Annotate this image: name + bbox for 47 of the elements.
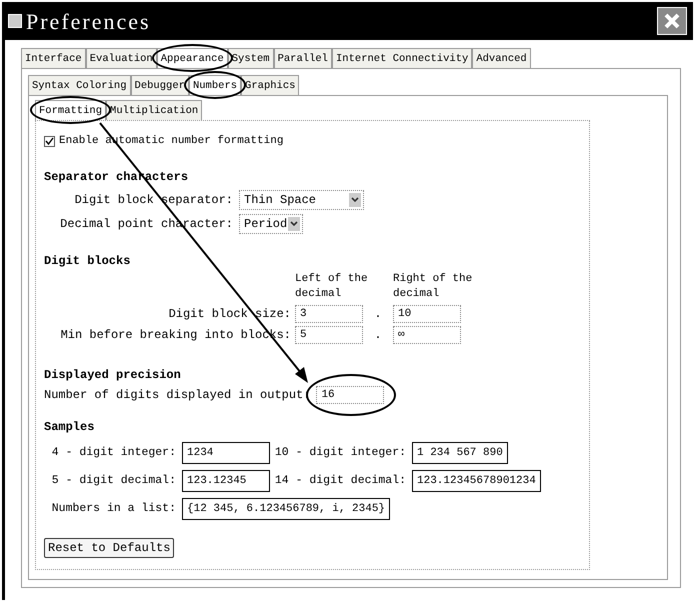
field-label: Digit block size:: [168, 306, 292, 322]
field-label: Digit block separator:: [74, 192, 234, 208]
sample-value: 1234: [182, 442, 270, 464]
sample-value: 1 234 567 890: [412, 442, 508, 464]
decimal-point: .: [373, 306, 383, 322]
tab[interactable]: Parallel: [274, 48, 332, 68]
reset-button[interactable]: Reset to Defaults: [44, 538, 174, 558]
tab[interactable]: Debugger: [130, 75, 189, 95]
number-field[interactable]: ∞: [393, 326, 461, 344]
sample-value: {12 345, 6.123456789, i, 2345}: [182, 498, 390, 520]
sample-label: 4 - digit integer:: [50, 444, 177, 461]
tab[interactable]: Internet Connectivity: [332, 48, 472, 68]
sample-label: 10 - digit integer:: [274, 444, 407, 461]
tab[interactable]: Syntax Coloring: [28, 75, 131, 95]
tab[interactable]: System: [228, 48, 274, 68]
tab[interactable]: Advanced: [472, 48, 531, 68]
sample-label: 14 - digit decimal:: [274, 472, 407, 489]
app-icon: [8, 14, 22, 28]
tab[interactable]: Formatting: [35, 100, 106, 120]
section-heading: Displayed precision: [44, 366, 182, 384]
column-header: Left of the decimal: [295, 272, 369, 302]
tab[interactable]: Evaluation: [86, 48, 157, 68]
column-header: Right of the decimal: [393, 272, 473, 302]
tab[interactable]: Graphics: [241, 75, 300, 95]
sample-label: Numbers in a list:: [50, 500, 177, 517]
checkbox[interactable]: [44, 136, 55, 147]
tab[interactable]: Numbers: [188, 75, 242, 95]
dropdown[interactable]: Thin Space: [239, 190, 364, 210]
number-field[interactable]: 3: [295, 304, 363, 322]
section-heading: Samples: [44, 418, 96, 436]
number-field[interactable]: 5: [295, 326, 363, 344]
sample-label: 5 - digit decimal:: [50, 472, 177, 489]
close-button[interactable]: [657, 7, 687, 35]
sample-value: 123.12345: [182, 470, 270, 492]
section-heading: Digit blocks: [44, 252, 132, 270]
number-field[interactable]: 10: [393, 304, 461, 322]
close-icon: [663, 12, 681, 30]
tab[interactable]: Interface: [21, 48, 86, 68]
window-title: Preferences: [26, 8, 151, 36]
chevron-down-icon: [349, 192, 361, 206]
dropdown[interactable]: Period: [239, 214, 303, 234]
tab[interactable]: Multiplication: [106, 100, 202, 120]
chevron-down-icon: [288, 216, 300, 230]
decimal-point: .: [373, 326, 383, 344]
sample-value: 123.12345678901234: [412, 470, 541, 492]
precision-field[interactable]: 16: [316, 386, 384, 404]
tab[interactable]: Appearance: [156, 48, 228, 68]
